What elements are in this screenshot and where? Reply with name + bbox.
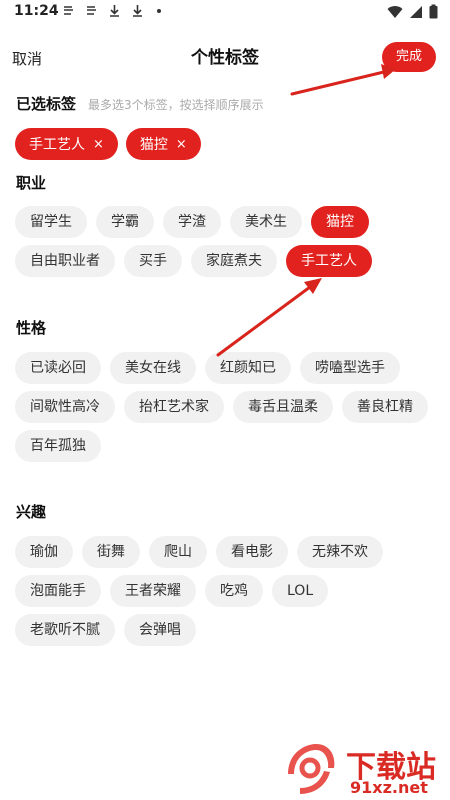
- signal-app-icon: [64, 6, 73, 15]
- tag-row: 自由职业者 买手 家庭煮夫 手工艺人: [15, 245, 372, 277]
- tag-row: 老歌听不腻 会弹唱: [15, 614, 196, 646]
- tag-row: 泡面能手 王者荣耀 吃鸡 LOL: [15, 575, 329, 607]
- selected-tags-list: 手工艺人 × 猫控 ×: [15, 128, 201, 160]
- tag-chip[interactable]: 学渣: [163, 206, 221, 238]
- tag-row: 已读必回 美女在线 红颜知已 唠嗑型选手: [15, 352, 400, 384]
- battery-icon: [429, 4, 438, 19]
- dot-icon: [156, 9, 161, 13]
- tag-chip[interactable]: 自由职业者: [15, 245, 115, 277]
- selected-tags-hint: 最多选3个标签，按选择顺序展示: [88, 98, 264, 112]
- selected-tag-chip[interactable]: 猫控 ×: [125, 128, 201, 160]
- download-icon: [110, 5, 120, 17]
- tag-chip[interactable]: 红颜知已: [205, 352, 291, 384]
- done-button[interactable]: 完成: [382, 42, 436, 72]
- tag-chip-selected[interactable]: 猫控: [311, 206, 369, 238]
- selected-tag-label: 猫控: [139, 137, 168, 153]
- selected-tag-chip[interactable]: 手工艺人 ×: [15, 128, 118, 160]
- tag-chip[interactable]: 会弹唱: [124, 614, 196, 646]
- tag-chip[interactable]: 抬杠艺术家: [124, 391, 224, 423]
- status-bar: 11:24: [0, 0, 450, 24]
- tag-chip[interactable]: 吃鸡: [205, 575, 263, 607]
- tag-chip[interactable]: 已读必回: [15, 352, 101, 384]
- section-title-career: 职业: [16, 174, 47, 192]
- tag-chip[interactable]: 看电影: [216, 536, 288, 568]
- wifi-icon: [387, 5, 403, 18]
- tag-chip[interactable]: 爬山: [149, 536, 207, 568]
- tag-chip[interactable]: 泡面能手: [15, 575, 101, 607]
- tag-chip-selected[interactable]: 手工艺人: [286, 245, 372, 277]
- selected-tags-header: 已选标签 最多选3个标签，按选择顺序展示: [16, 93, 264, 114]
- notification-icons: [62, 4, 163, 21]
- tag-chip[interactable]: 美女在线: [110, 352, 196, 384]
- tag-chip[interactable]: 留学生: [15, 206, 87, 238]
- watermark: 下载站 91xz.net: [280, 738, 450, 800]
- watermark-url: 91xz.net: [350, 778, 428, 797]
- arrow-to-selected-tag: [216, 278, 322, 357]
- section-title-personality: 性格: [16, 319, 47, 337]
- tag-chip[interactable]: 学霸: [96, 206, 154, 238]
- status-time: 11:24: [14, 3, 59, 19]
- cell-signal-icon: [410, 5, 422, 18]
- system-icons: [387, 4, 438, 19]
- tag-row: 瑜伽 街舞 爬山 看电影 无辣不欢: [15, 536, 383, 568]
- tag-row: 留学生 学霸 学渣 美术生 猫控: [15, 206, 369, 238]
- tag-chip[interactable]: 间歇性高冷: [15, 391, 115, 423]
- section-title-interests: 兴趣: [16, 503, 47, 521]
- tag-chip[interactable]: 瑜伽: [15, 536, 73, 568]
- download-icon: [133, 5, 143, 17]
- tag-chip[interactable]: 善良杠精: [342, 391, 428, 423]
- tag-chip[interactable]: 无辣不欢: [297, 536, 383, 568]
- tag-chip[interactable]: 街舞: [82, 536, 140, 568]
- tag-row: 间歇性高冷 抬杠艺术家 毒舌且温柔 善良杠精: [15, 391, 428, 423]
- tag-chip[interactable]: 老歌听不腻: [15, 614, 115, 646]
- remove-tag-icon[interactable]: ×: [93, 137, 104, 152]
- tag-chip[interactable]: 毒舌且温柔: [233, 391, 333, 423]
- tag-chip[interactable]: 家庭煮夫: [191, 245, 277, 277]
- remove-tag-icon[interactable]: ×: [176, 137, 187, 152]
- signal-app-icon: [87, 6, 97, 15]
- tag-chip[interactable]: 百年孤独: [15, 430, 101, 462]
- tag-chip[interactable]: 唠嗑型选手: [300, 352, 400, 384]
- watermark-logo-icon: [288, 744, 335, 794]
- selected-tags-title: 已选标签: [16, 95, 77, 113]
- tag-chip[interactable]: LOL: [272, 575, 329, 607]
- tag-chip[interactable]: 美术生: [230, 206, 302, 238]
- selected-tag-label: 手工艺人: [29, 137, 85, 153]
- header-bar: 取消 个性标签 完成: [0, 34, 450, 80]
- tag-chip[interactable]: 王者荣耀: [110, 575, 196, 607]
- tag-row: 百年孤独: [15, 430, 101, 462]
- tag-chip[interactable]: 买手: [124, 245, 182, 277]
